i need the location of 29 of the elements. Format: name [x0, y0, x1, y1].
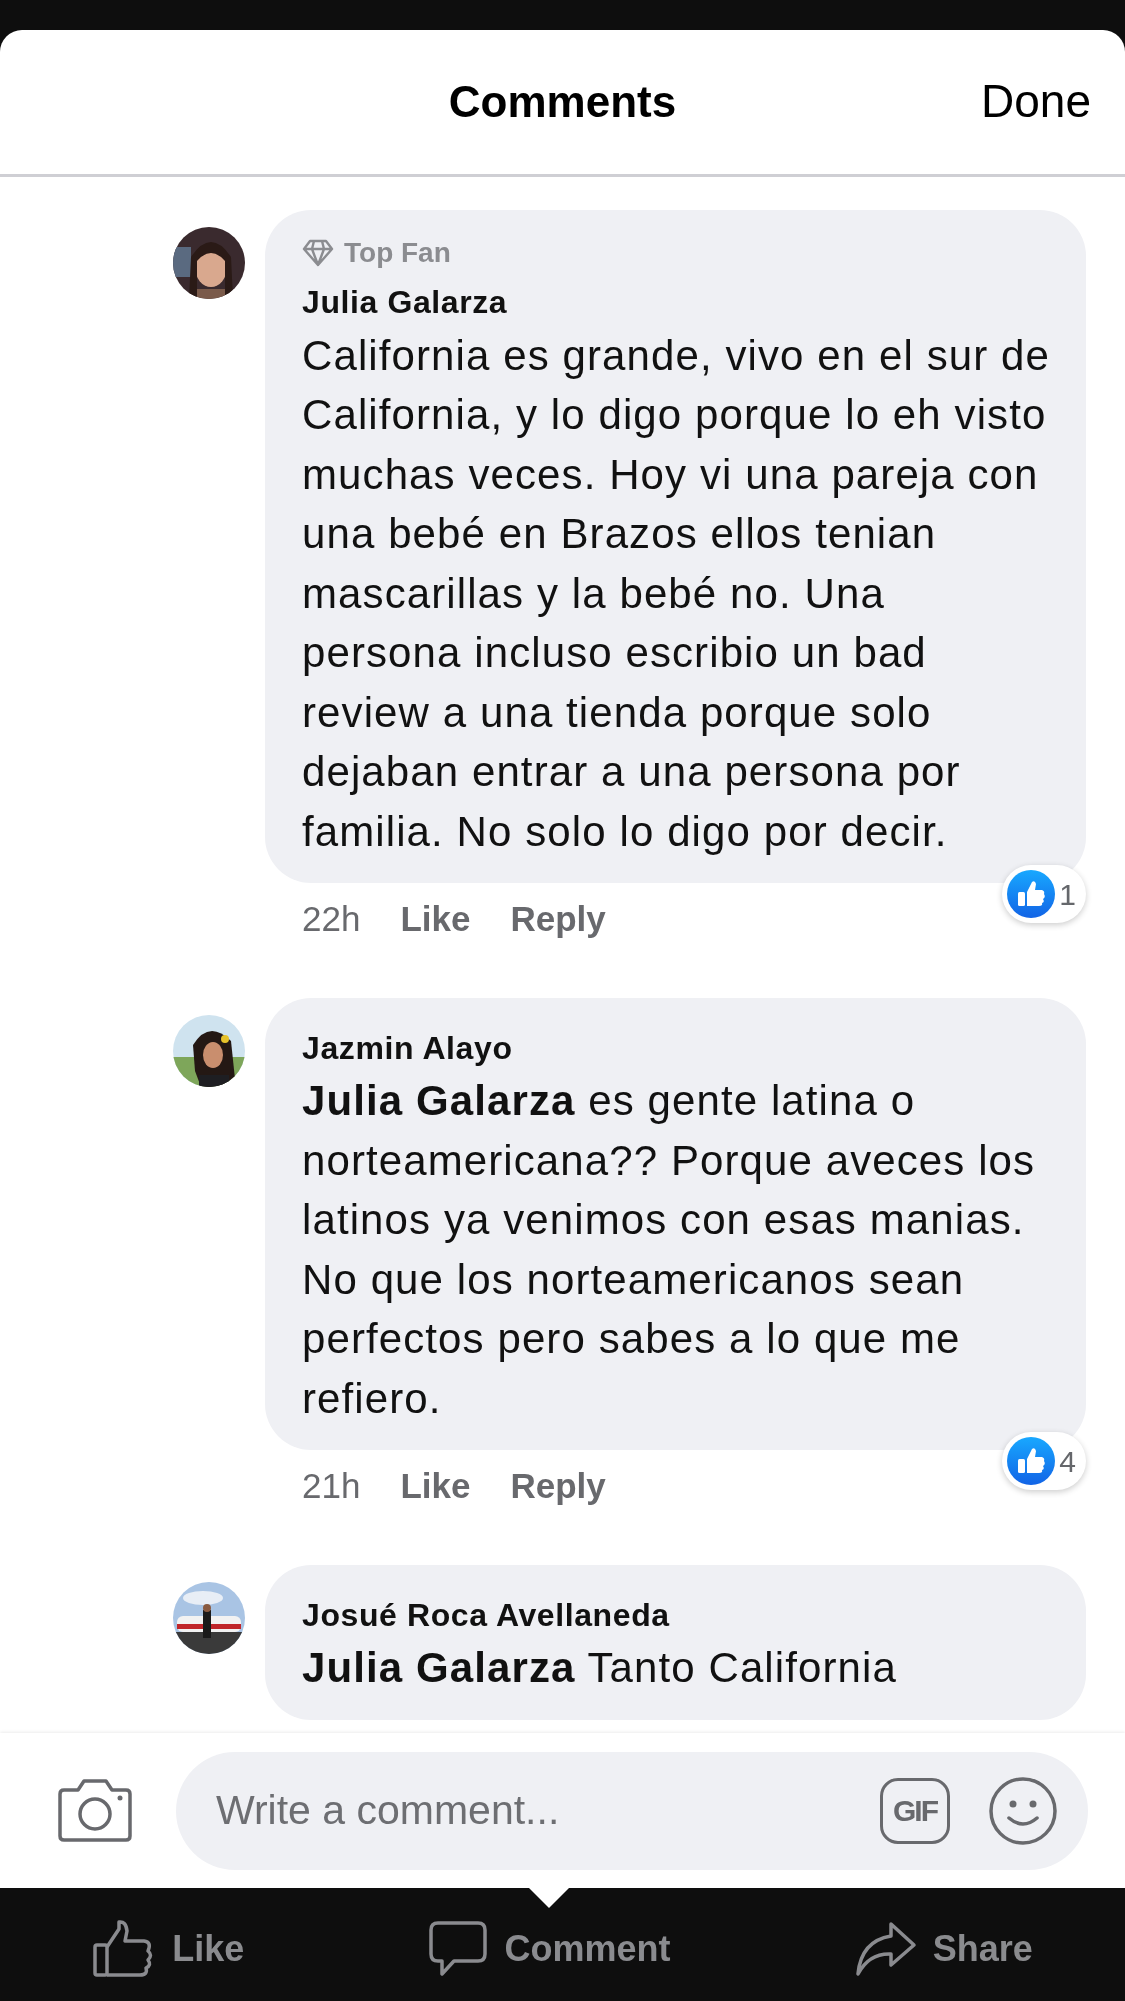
sheet-title: Comments [448, 76, 677, 128]
reaction-count[interactable]: 4 [1002, 1432, 1086, 1491]
emoji-icon[interactable] [988, 1775, 1058, 1846]
top-fan-label: Top Fan [344, 236, 451, 270]
author-name[interactable]: Jazmin Alayo [302, 1029, 513, 1066]
author-name[interactable]: Julia Galarza [302, 284, 508, 320]
speech-bubble-icon [428, 1919, 489, 1978]
post-action-button[interactable]: Share [848, 1888, 1039, 2001]
comment-text: Julia Galarza Tanto California [302, 1643, 898, 1694]
like-link[interactable]: Like [400, 893, 471, 946]
gif-button[interactable]: GIF [880, 1777, 950, 1844]
like-reaction-icon [1007, 870, 1056, 919]
author-name[interactable]: Josué Roca Avellaneda [302, 1596, 670, 1633]
reaction-count[interactable]: 1 [1002, 865, 1086, 924]
post-action-button[interactable]: Comment [422, 1888, 677, 2001]
like-reaction-icon [1007, 1437, 1056, 1486]
comment-time: 22h [302, 898, 361, 941]
reply-link[interactable]: Reply [510, 893, 606, 946]
post-action-button[interactable]: Like [86, 1888, 251, 2001]
comment-text: Julia Galarza es gente latina o norteamericana?? Porque aveces los latinos ya venimos con esas manias. No que los norteamericanos sean perfectos pero sabes a lo que me refiero. [302, 1076, 1037, 1424]
diamond-icon [302, 239, 334, 267]
reply-link[interactable]: Reply [510, 1460, 606, 1513]
done-button[interactable]: Done [981, 74, 1091, 130]
like-link[interactable]: Like [400, 1460, 471, 1513]
comment-text: California es grande, vivo en el sur de California, y lo digo porque lo eh visto muchas veces. Hoy vi una pareja con una bebé en Brazos ellos tenian mascarillas y la bebé no. Una persona incluso escribio un bad review a una tienda porque solo dejaban entrar a una persona por familia. No solo lo digo por decir. [302, 330, 1051, 857]
comment-field[interactable]: Write a comment... GIF [176, 1751, 1088, 1870]
share-arrow-icon [854, 1920, 917, 1977]
comment-time: 21h [302, 1465, 361, 1508]
camera-icon[interactable] [58, 1777, 132, 1844]
